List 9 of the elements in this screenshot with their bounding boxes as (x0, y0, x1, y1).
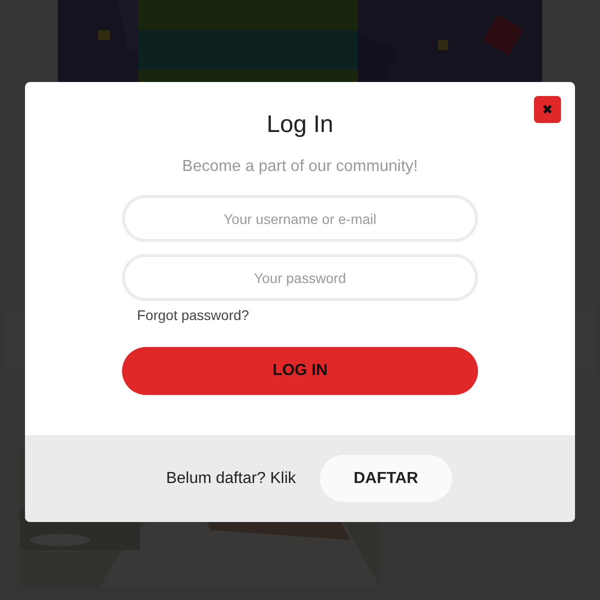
dialog-title: Log In (266, 110, 334, 140)
login-button[interactable]: LOG IN (122, 347, 478, 395)
register-button[interactable]: DAFTAR (320, 455, 452, 502)
password-field[interactable]: Your password (122, 254, 478, 301)
dialog-subtitle: Become a part of our community! (182, 157, 418, 177)
forgot-password-link[interactable]: Forgot password? (137, 307, 250, 323)
signup-prompt: Belum daftar? Klik (166, 470, 296, 488)
close-button[interactable]: ✖ (534, 96, 561, 123)
username-field[interactable]: Your username or e-mail (122, 195, 478, 242)
